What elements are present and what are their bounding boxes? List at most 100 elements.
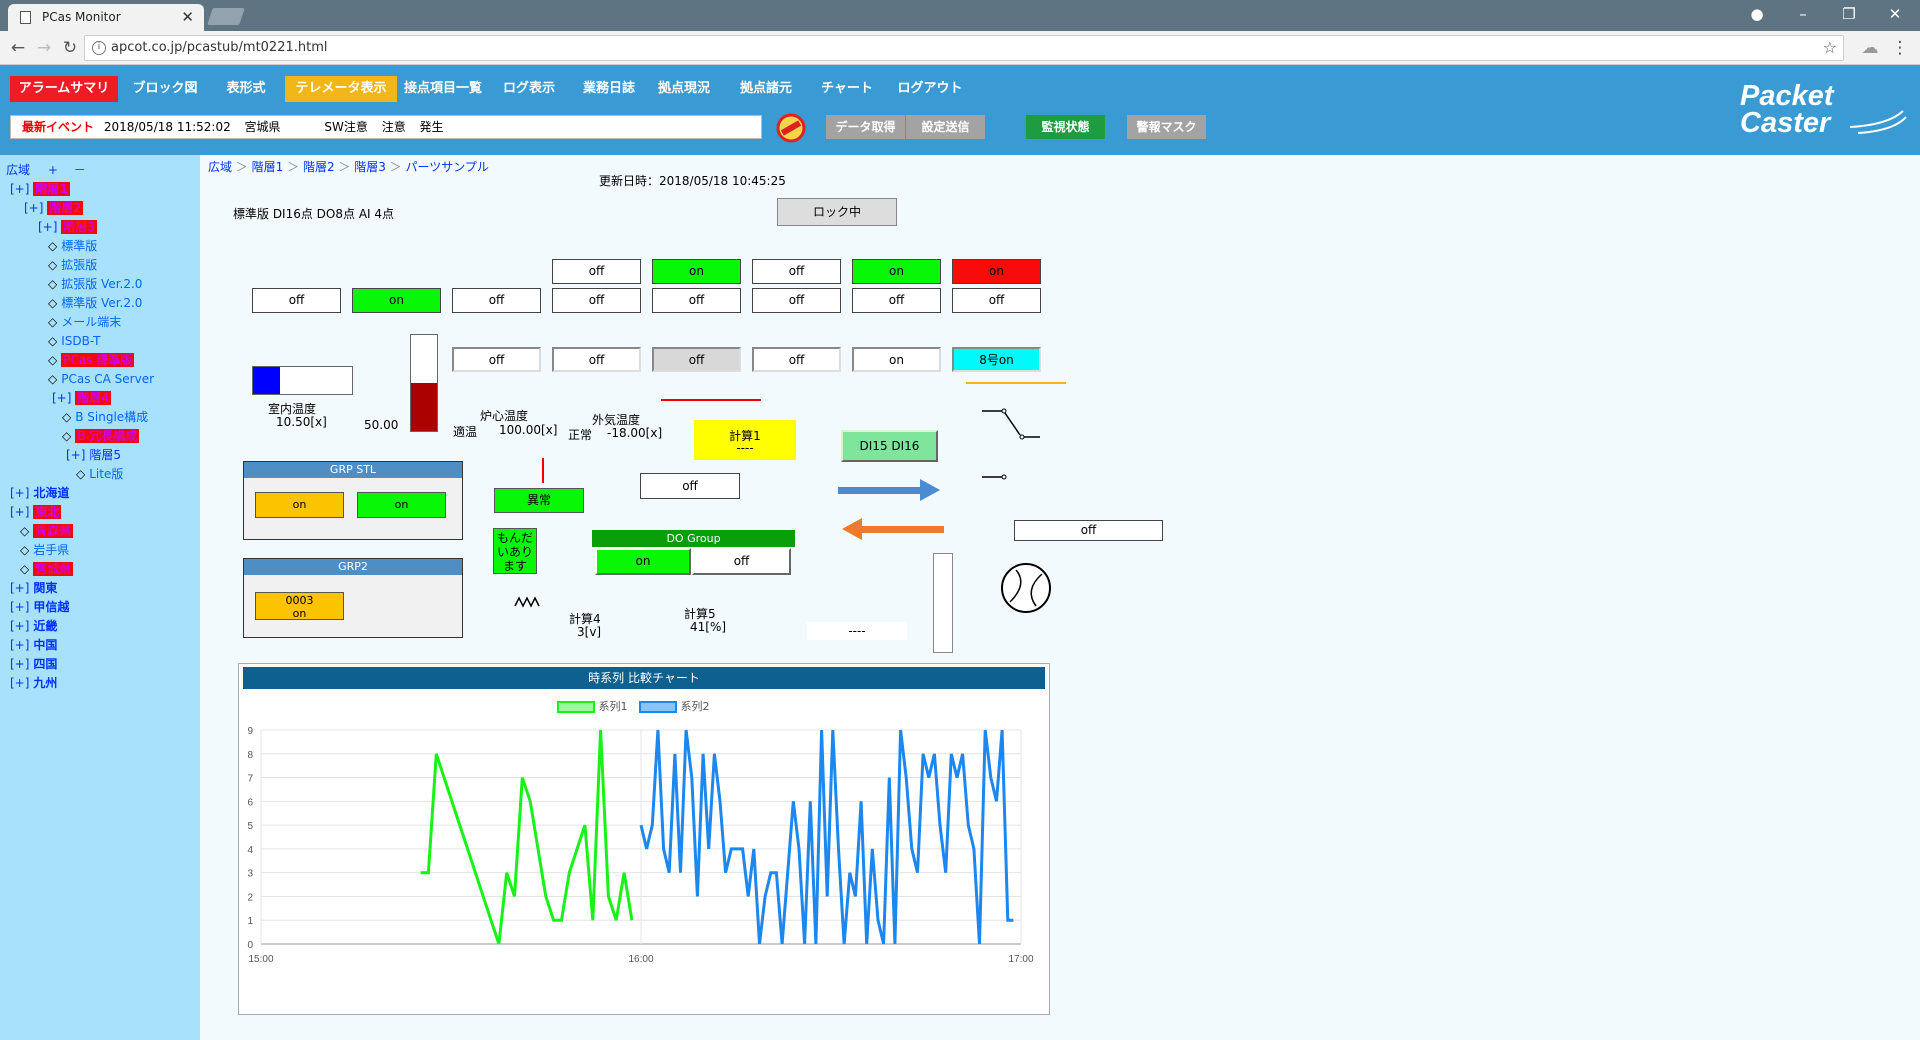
tree-toggle[interactable]: [+]: [10, 486, 29, 500]
tree-toggle[interactable]: [+]: [66, 448, 85, 462]
menu-item-4[interactable]: 接点項目一覧: [400, 76, 486, 102]
problem-button[interactable]: もんだいあります: [493, 528, 537, 574]
tree-toggle[interactable]: [+]: [24, 201, 43, 215]
tree-node[interactable]: ◇ 岩手県: [20, 541, 69, 560]
tree-node[interactable]: [+] 東北: [10, 503, 62, 522]
tree-node[interactable]: ◇ 宮城県: [20, 560, 74, 579]
tree-node-label[interactable]: 東北: [33, 505, 62, 519]
tree-node[interactable]: [+] 階層2: [24, 199, 84, 218]
breadcrumb-item[interactable]: 階層1: [252, 160, 284, 174]
tree-toggle[interactable]: [+]: [10, 182, 29, 196]
do-group-off-button[interactable]: off: [692, 548, 791, 575]
switch-row1-0[interactable]: off: [552, 259, 641, 284]
lock-button[interactable]: ロック中: [777, 198, 897, 226]
tree-node-label[interactable]: 階層2: [47, 201, 84, 215]
tree-node[interactable]: [+] 甲信越: [10, 598, 69, 617]
tab-close-icon[interactable]: ✕: [181, 4, 194, 31]
tree-node-label[interactable]: 近畿: [33, 619, 57, 633]
tree-node-label[interactable]: 標準版 Ver.2.0: [61, 296, 142, 310]
tree-node[interactable]: [+] 階層3: [38, 218, 98, 237]
tree-node[interactable]: ◇ 標準版: [48, 237, 97, 256]
switch-row3-2[interactable]: off: [652, 347, 741, 372]
switch-row3-4[interactable]: on: [852, 347, 941, 372]
tree-node[interactable]: [+] 中国: [10, 636, 57, 655]
switch-row2-1[interactable]: on: [352, 288, 441, 313]
tree-toggle[interactable]: [+]: [10, 619, 29, 633]
tree-node[interactable]: [+] 階層1: [10, 180, 70, 199]
monitor-state-button[interactable]: 監視状態: [1026, 115, 1105, 139]
new-tab-button[interactable]: [207, 8, 245, 25]
tree-node-label[interactable]: 階層3: [61, 220, 98, 234]
tree-node-label[interactable]: 九州: [33, 676, 57, 690]
browser-menu-icon[interactable]: ⋮: [1888, 36, 1912, 60]
switch-row1-2[interactable]: off: [752, 259, 841, 284]
tree-node[interactable]: ◇ B 冗長構成: [62, 427, 140, 446]
breadcrumb-item[interactable]: 階層3: [354, 160, 386, 174]
switch-row2-0[interactable]: off: [252, 288, 341, 313]
tree-node[interactable]: [+] 関東: [10, 579, 57, 598]
tree-node-label[interactable]: B Single構成: [75, 410, 148, 424]
tree-node[interactable]: ◇ 標準版 Ver.2.0: [48, 294, 142, 313]
tree-node[interactable]: ◇ 拡張版 Ver.2.0: [48, 275, 142, 294]
grp2-button[interactable]: 0003 on: [255, 592, 344, 620]
switch-row3-1[interactable]: off: [552, 347, 641, 372]
maximize-icon[interactable]: ❐: [1826, 0, 1872, 31]
tree-node-label[interactable]: 標準版: [61, 239, 97, 253]
tree-node[interactable]: [+] 四国: [10, 655, 57, 674]
tree-node-label[interactable]: ISDB-T: [61, 334, 100, 348]
switch-row2-4[interactable]: off: [652, 288, 741, 313]
switch-row2-6[interactable]: off: [852, 288, 941, 313]
switch-row2-7[interactable]: off: [952, 288, 1041, 313]
switch-row2-5[interactable]: off: [752, 288, 841, 313]
expand-all-button[interactable]: +: [48, 163, 58, 177]
tree-node-label[interactable]: 甲信越: [33, 600, 69, 614]
tree-node-label[interactable]: 岩手県: [33, 543, 69, 557]
profile-icon[interactable]: ●: [1734, 0, 1780, 31]
tree-node[interactable]: [+] 近畿: [10, 617, 57, 636]
tree-root-label[interactable]: 広域: [6, 163, 30, 177]
abnormal-button[interactable]: 異常: [494, 488, 584, 513]
tree-toggle[interactable]: [+]: [10, 657, 29, 671]
menu-item-2[interactable]: 表形式: [216, 76, 276, 102]
grp-stl-button-2[interactable]: on: [357, 492, 446, 518]
bookmark-star-icon[interactable]: ☆: [1823, 36, 1837, 60]
tree-toggle[interactable]: [+]: [10, 638, 29, 652]
extension-icon[interactable]: ☁: [1858, 36, 1882, 60]
off-field[interactable]: off: [640, 473, 740, 499]
menu-item-8[interactable]: 拠点諸元: [734, 76, 798, 102]
tree-node[interactable]: ◇ PCas CA Server: [48, 370, 154, 389]
alarm-mask-button[interactable]: 警報マスク: [1127, 115, 1206, 139]
tree-node[interactable]: ◇ 青森県: [20, 522, 74, 541]
tree-node-label[interactable]: Lite版: [89, 467, 123, 481]
off-wide-field[interactable]: off: [1014, 520, 1163, 541]
tree-toggle[interactable]: [+]: [52, 391, 71, 405]
tree-node[interactable]: ◇ B Single構成: [62, 408, 148, 427]
tree-node-label[interactable]: B 冗長構成: [75, 429, 140, 443]
tree-node-label[interactable]: 北海道: [33, 486, 69, 500]
tree-node[interactable]: ◇ メール端末: [48, 313, 121, 332]
switch-row1-1[interactable]: on: [652, 259, 741, 284]
tree-node-label[interactable]: 拡張版: [61, 258, 97, 272]
tree-node[interactable]: ◇ PCas 標準版: [48, 351, 135, 370]
breadcrumb-item[interactable]: 階層2: [303, 160, 335, 174]
menu-item-5[interactable]: ログ表示: [496, 76, 562, 102]
menu-item-6[interactable]: 業務日誌: [577, 76, 641, 102]
tree-toggle[interactable]: [+]: [38, 220, 57, 234]
tree-node-label[interactable]: PCas 標準版: [61, 353, 135, 367]
tree-node[interactable]: ◇ ISDB-T: [48, 332, 100, 351]
switch-row3-3[interactable]: off: [752, 347, 841, 372]
tree-node[interactable]: [+] 階層5: [66, 446, 121, 465]
tree-node-label[interactable]: PCas CA Server: [61, 372, 154, 386]
breadcrumb-item[interactable]: 広域: [208, 160, 232, 174]
tree-toggle[interactable]: [+]: [10, 676, 29, 690]
tree-node-label[interactable]: 拡張版 Ver.2.0: [61, 277, 142, 291]
do-group-on-button[interactable]: on: [595, 548, 691, 575]
tree-toggle[interactable]: [+]: [10, 600, 29, 614]
menu-item-10[interactable]: ログアウト: [890, 76, 970, 102]
setting-send-button[interactable]: 設定送信: [906, 115, 985, 139]
tree-node[interactable]: ◇ Lite版: [76, 465, 123, 484]
di15-di16-button[interactable]: DI15 DI16: [841, 430, 938, 462]
switch-row2-3[interactable]: off: [552, 288, 641, 313]
collapse-all-button[interactable]: －: [74, 163, 86, 177]
menu-item-7[interactable]: 拠点現況: [652, 76, 716, 102]
